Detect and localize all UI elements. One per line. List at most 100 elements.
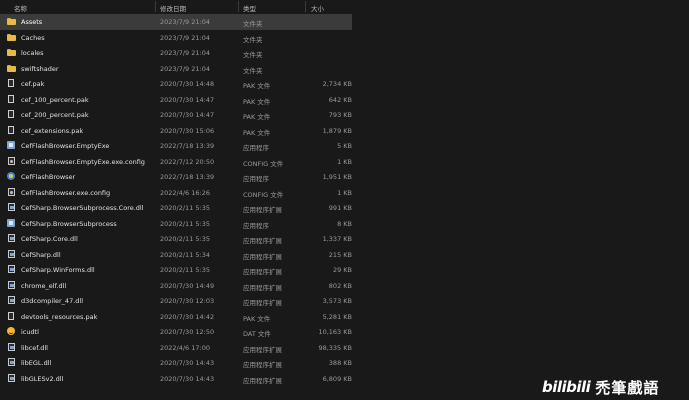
file-type: PAK 文件: [243, 314, 271, 323]
file-name: CefFlashBrowser.EmptyExe: [21, 142, 110, 150]
file-size: 1 KB: [337, 188, 352, 197]
file-date-modified: 2022/7/18 13:39: [160, 142, 215, 150]
file-name: CefFlashBrowser.exe.config: [21, 188, 111, 197]
file-row[interactable]: libcef.dll 2022/4/6 17:00 应用程序扩展 98,335 KB: [0, 340, 689, 356]
file-row[interactable]: CefSharp.BrowserSubprocess.Core.dll 2020/…: [0, 200, 689, 216]
file-type: 应用程序扩展: [243, 206, 282, 214]
file-name: icudtl: [21, 328, 39, 336]
file-size: 388 KB: [328, 359, 352, 367]
file-size: 642 KB: [328, 95, 352, 104]
file-date-modified: 2023/7/9 21:04: [160, 49, 210, 57]
file-date-modified: 2020/2/11 5:35: [160, 204, 210, 212]
file-type: 应用程序扩展: [243, 283, 282, 292]
dll-icon: [7, 265, 16, 274]
exe-icon: [7, 141, 16, 150]
dll-icon: [7, 296, 16, 305]
file-row[interactable]: swiftshader 2023/7/9 21:04 文件夹: [0, 61, 689, 77]
file-size: 1,337 KB: [322, 235, 352, 243]
file-date-modified: 2020/2/11 5:35: [160, 235, 210, 243]
file-date-modified: 2020/2/11 5:34: [160, 250, 210, 259]
file-type: 应用程序扩展: [243, 345, 282, 354]
file-name: libcef.dll: [21, 343, 48, 352]
file-date-modified: 2020/7/30 14:48: [160, 80, 215, 88]
column-header-name[interactable]: 名称: [14, 3, 27, 13]
file-row[interactable]: cef_200_percent.pak 2020/7/30 14:47 PAK 文件…: [0, 107, 689, 123]
column-header-type[interactable]: 类型: [243, 3, 256, 13]
file-type: 应用程序扩展: [243, 268, 282, 276]
file-date-modified: 2023/7/9 21:04: [160, 18, 210, 26]
file-type: 应用程序: [243, 221, 269, 230]
column-divider[interactable]: [155, 1, 156, 12]
file-date-modified: 2020/2/11 5:35: [160, 219, 210, 228]
watermark-text: 禿筆戲語: [595, 378, 660, 397]
file-row[interactable]: CefFlashBrowser 2022/7/18 13:39 应用程序 1,951 …: [0, 169, 689, 185]
dll-icon: [7, 203, 16, 212]
file-size: 3,573 KB: [322, 297, 352, 305]
file-row[interactable]: CefSharp.BrowserSubprocess 2020/2/11 5:35…: [0, 216, 689, 232]
file-name: cef_extensions.pak: [21, 126, 84, 135]
file-row[interactable]: devtools_resources.pak 2020/7/30 14:42 PAK…: [0, 309, 689, 325]
file-date-modified: 2020/7/30 14:42: [160, 312, 215, 321]
file-size: 2,734 KB: [322, 80, 352, 88]
file-type: DAT 文件: [243, 330, 271, 338]
file-row[interactable]: CefFlashBrowser.EmptyExe 2022/7/18 13:39 应…: [0, 138, 689, 154]
file-name: chrome_elf.dll: [21, 281, 67, 290]
file-row[interactable]: CefFlashBrowser.EmptyExe.exe.config 2022/…: [0, 154, 689, 170]
file-row[interactable]: d3dcompiler_47.dll 2020/7/30 12:03 应用程序扩展 3…: [0, 293, 689, 309]
folder-icon: [7, 64, 16, 73]
file-row[interactable]: CefFlashBrowser.exe.config 2022/4/6 16:26…: [0, 185, 689, 201]
file-type: 应用程序扩展: [243, 252, 282, 261]
file-row[interactable]: cef.pak 2020/7/30 14:48 PAK 文件 2,734 KB: [0, 76, 689, 92]
file-name: CefFlashBrowser: [21, 173, 76, 181]
file-row[interactable]: cef_100_percent.pak 2020/7/30 14:47 PAK 文件…: [0, 92, 689, 108]
bilibili-logo: bilibili: [542, 378, 591, 396]
file-row[interactable]: icudtl 2020/7/30 12:50 DAT 文件 10,163 KB: [0, 324, 689, 340]
file-row[interactable]: Assets 2023/7/9 21:04 文件夹: [0, 14, 689, 30]
file-row[interactable]: cef_extensions.pak 2020/7/30 15:06 PAK 文件 1…: [0, 123, 689, 139]
file-name: CefFlashBrowser.EmptyExe.exe.config: [21, 157, 145, 166]
dll-icon: [7, 358, 16, 367]
file-name: CefSharp.BrowserSubprocess: [21, 219, 117, 228]
file-row[interactable]: locales 2023/7/9 21:04 文件夹: [0, 45, 689, 61]
file-date-modified: 2023/7/9 21:04: [160, 64, 210, 73]
file-size: 1,951 KB: [322, 173, 352, 181]
file-size: 5 KB: [337, 142, 352, 150]
folder-icon: [7, 48, 16, 57]
file-list: Assets 2023/7/9 21:04 文件夹 Caches 2023/7/9 21…: [0, 14, 689, 386]
app-icon: [7, 172, 16, 181]
file-size: 215 KB: [328, 250, 352, 259]
file-name: swiftshader: [21, 64, 59, 73]
folder-icon: [7, 33, 16, 42]
file-size: 793 KB: [328, 111, 352, 119]
file-icon: [7, 110, 16, 119]
file-date-modified: 2020/2/11 5:35: [160, 266, 210, 274]
column-divider[interactable]: [305, 1, 306, 12]
file-name: CefSharp.BrowserSubprocess.Core.dll: [21, 204, 144, 212]
column-header-size[interactable]: 大小: [311, 3, 324, 13]
file-name: locales: [21, 49, 44, 57]
file-name: cef_200_percent.pak: [21, 111, 89, 119]
file-date-modified: 2020/7/30 14:47: [160, 95, 215, 104]
column-header-date[interactable]: 修改日期: [160, 3, 186, 13]
file-row[interactable]: CefSharp.Core.dll 2020/2/11 5:35 应用程序扩展 1,3…: [0, 231, 689, 247]
file-date-modified: 2020/7/30 14:47: [160, 111, 215, 119]
column-divider[interactable]: [238, 1, 239, 12]
file-name: devtools_resources.pak: [21, 312, 98, 321]
file-row[interactable]: CefSharp.WinForms.dll 2020/2/11 5:35 应用程序扩…: [0, 262, 689, 278]
file-row[interactable]: CefSharp.dll 2020/2/11 5:34 应用程序扩展 215 KB: [0, 247, 689, 263]
file-type: CONFIG 文件: [243, 159, 284, 168]
file-row[interactable]: chrome_elf.dll 2020/7/30 14:49 应用程序扩展 802 K…: [0, 278, 689, 294]
file-row[interactable]: Caches 2023/7/9 21:04 文件夹: [0, 30, 689, 46]
file-type: 应用程序扩展: [243, 361, 282, 369]
file-size: 802 KB: [328, 281, 352, 290]
file-date-modified: 2020/7/30 12:03: [160, 297, 215, 305]
file-date-modified: 2022/7/18 13:39: [160, 173, 215, 181]
file-name: libEGL.dll: [21, 359, 52, 367]
file-row[interactable]: libEGL.dll 2020/7/30 14:43 应用程序扩展 388 KB: [0, 355, 689, 371]
dll-icon: [7, 249, 16, 259]
file-type: 应用程序: [243, 144, 269, 152]
file-date-modified: 2020/7/30 14:43: [160, 374, 215, 383]
file-date-modified: 2020/7/30 15:06: [160, 126, 215, 135]
watermark: bilibili 禿筆戲語: [542, 376, 687, 398]
file-name: cef.pak: [21, 80, 45, 88]
